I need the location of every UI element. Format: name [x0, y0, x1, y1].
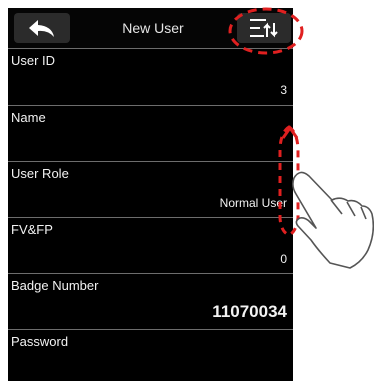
- fv-fp-value: 0: [280, 252, 287, 266]
- device-screen: New User User ID 3 Name User Role Normal…: [8, 8, 293, 381]
- fv-fp-field[interactable]: FV&FP 0: [8, 217, 293, 273]
- badge-number-label: Badge Number: [11, 278, 99, 293]
- badge-number-field[interactable]: Badge Number 11070034: [8, 273, 293, 329]
- badge-number-value: 11070034: [212, 302, 287, 321]
- back-button[interactable]: [14, 13, 70, 43]
- user-id-field[interactable]: User ID 3: [8, 48, 293, 104]
- swipe-hand-icon: [292, 171, 374, 269]
- name-label: Name: [11, 110, 46, 125]
- name-field[interactable]: Name: [8, 105, 293, 161]
- password-field[interactable]: Password: [8, 329, 293, 381]
- title-bar: New User: [8, 8, 293, 48]
- sort-menu-icon: [250, 19, 278, 38]
- user-id-label: User ID: [11, 53, 56, 68]
- fv-fp-label: FV&FP: [11, 222, 53, 237]
- user-id-value: 3: [280, 83, 287, 97]
- user-role-field[interactable]: User Role Normal User: [8, 161, 293, 217]
- user-role-value: Normal User: [219, 196, 287, 210]
- page-title: New User: [122, 20, 184, 36]
- menu-button[interactable]: [237, 13, 291, 43]
- user-role-label: User Role: [11, 166, 69, 181]
- password-label: Password: [11, 334, 69, 349]
- back-arrow-icon: [29, 20, 54, 37]
